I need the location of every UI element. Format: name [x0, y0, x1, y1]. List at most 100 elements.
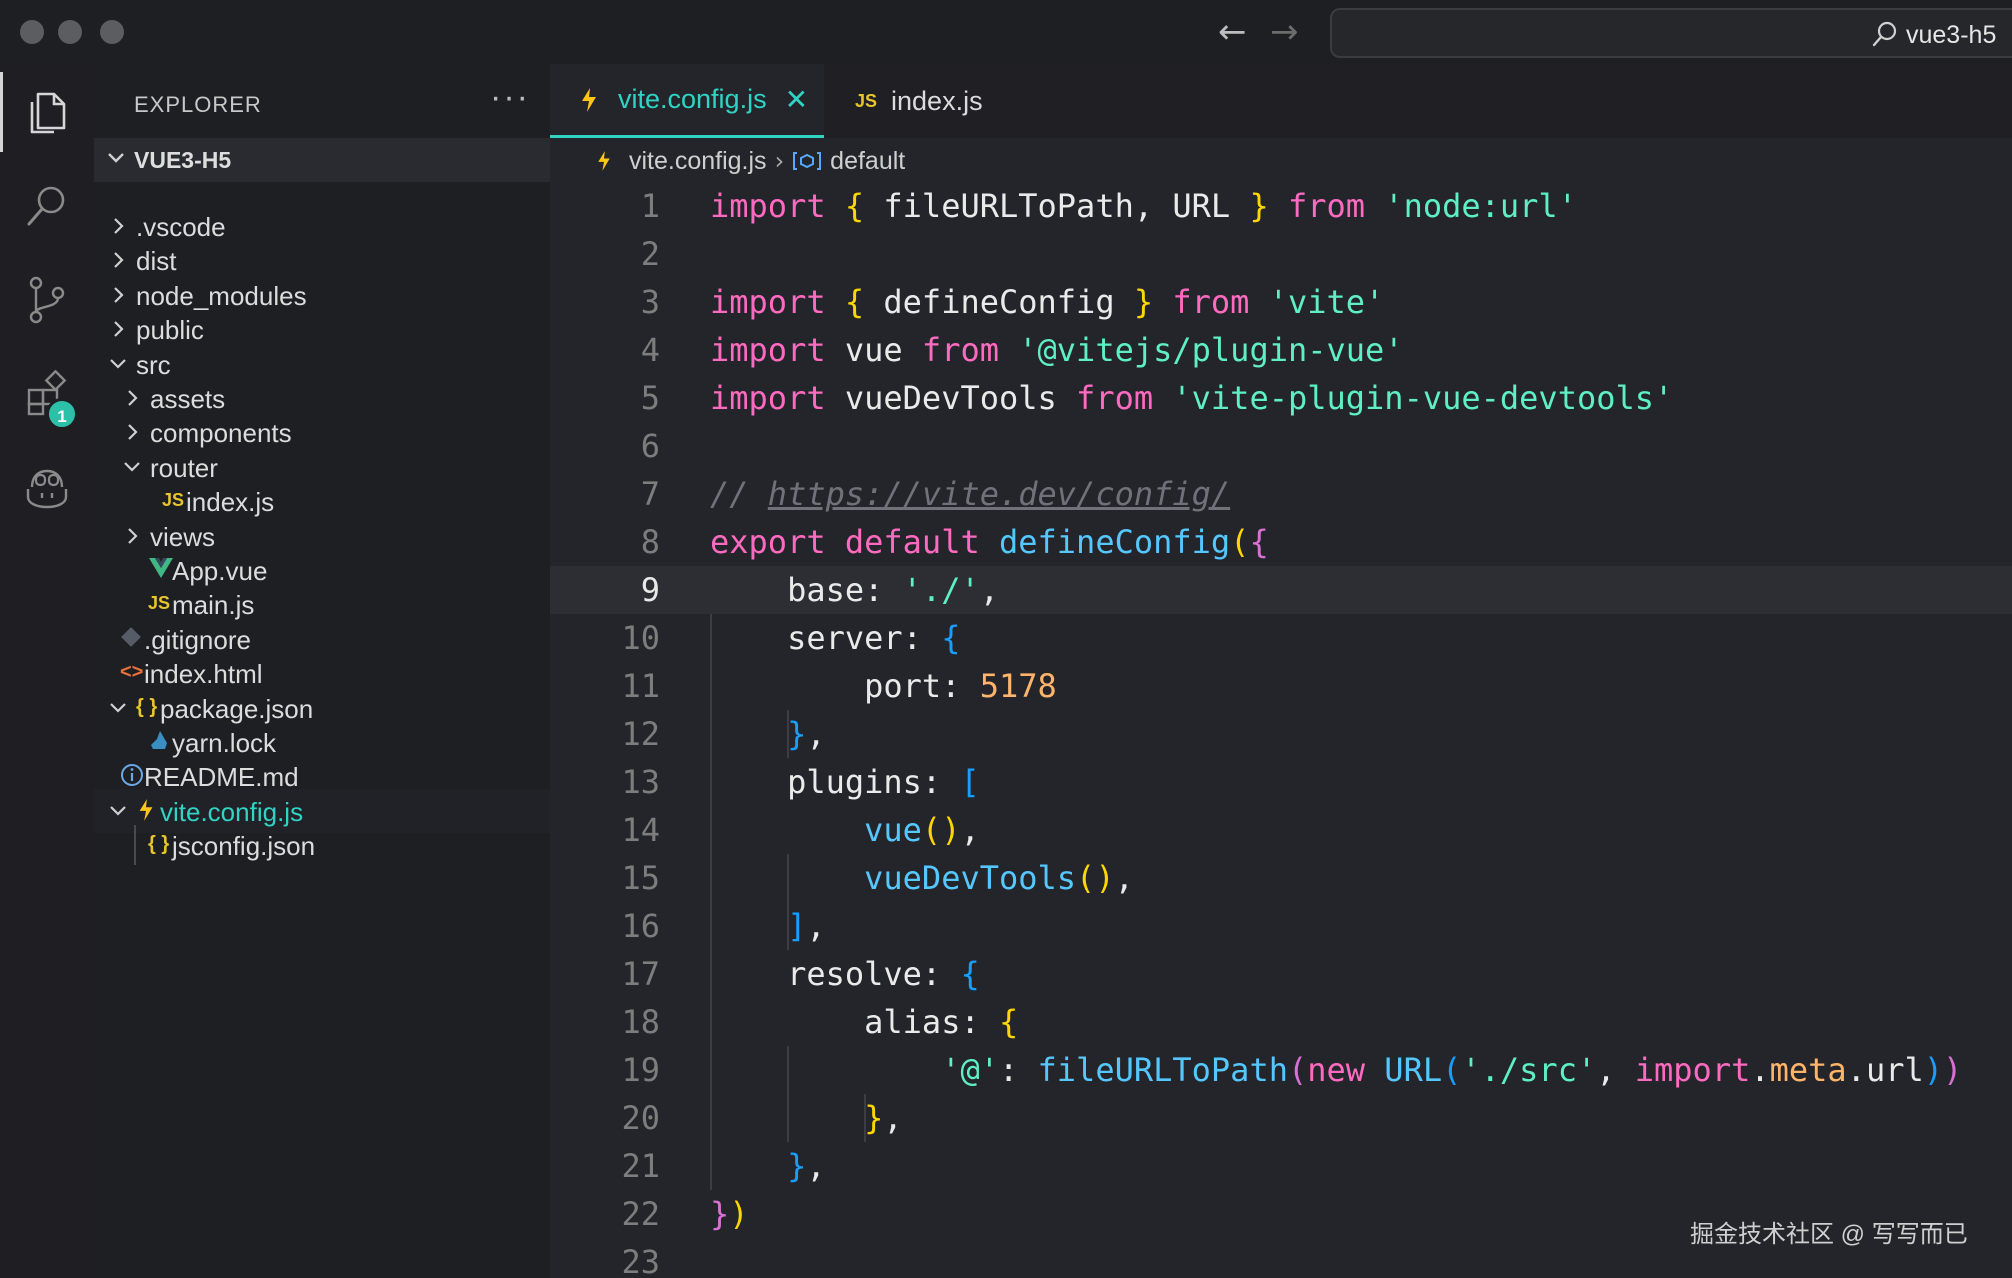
tree-file[interactable]: { } jsconfig.json — [94, 823, 550, 867]
editor-tab-bar: vite.config.js ✕ JS index.js — [550, 64, 2012, 138]
line-number: 11 — [621, 667, 660, 705]
code-text: base: './', — [710, 571, 999, 609]
line-number: 12 — [621, 715, 660, 753]
tree-item-label: jsconfig.json — [172, 831, 316, 862]
line-number: 23 — [621, 1243, 660, 1278]
search-icon — [1872, 21, 1897, 47]
chevron-right-icon — [128, 390, 138, 406]
tab-index-js[interactable]: JS index.js — [855, 64, 1055, 138]
line-number: 1 — [640, 187, 660, 225]
line-number: 14 — [621, 811, 660, 849]
code-line[interactable]: 9 base: './', — [550, 566, 2012, 614]
explorer-icon — [30, 92, 66, 134]
code-text: vueDevTools(), — [864, 859, 1134, 897]
line-number: 15 — [621, 859, 660, 897]
code-line[interactable]: 14 vue(), — [550, 806, 2012, 854]
code-text: import { fileURLToPath, URL } from 'node… — [710, 187, 1577, 225]
activity-bar: 1 — [0, 64, 94, 1278]
vite-icon — [598, 151, 610, 171]
code-line[interactable]: 16 ], — [550, 902, 2012, 950]
code-line[interactable]: 8 export default defineConfig({ — [550, 518, 2012, 566]
line-number: 17 — [621, 955, 660, 993]
maximize-window-button[interactable] — [100, 20, 124, 44]
back-button[interactable]: ← — [1218, 14, 1247, 50]
js-file-icon: JS — [162, 490, 185, 511]
close-window-button[interactable] — [20, 20, 44, 44]
activity-search[interactable] — [0, 160, 94, 252]
chevron-right-icon — [114, 252, 124, 269]
code-line[interactable]: 17 resolve: { — [550, 950, 2012, 998]
code-line[interactable]: 21 }, — [550, 1142, 2012, 1190]
minimize-window-button[interactable] — [58, 20, 82, 44]
code-line[interactable]: 3 import { defineConfig } from 'vite' — [550, 278, 2012, 326]
tree-indent-guide — [134, 825, 136, 866]
code-text: export default defineConfig({ — [710, 523, 1269, 561]
line-number: 22 — [621, 1195, 660, 1233]
watermark: 掘金技术社区 @ 写写而已 — [1690, 1221, 1968, 1248]
extensions-badge: 1 — [46, 398, 78, 430]
code-line[interactable]: 2 — [550, 230, 2012, 278]
code-text: }, — [787, 715, 826, 753]
symbol-variable-icon — [793, 152, 822, 170]
activity-source-control[interactable] — [0, 254, 94, 346]
project-folder-header[interactable]: VUE3-H5 — [94, 138, 550, 182]
line-number: 8 — [640, 523, 660, 561]
code-text: // https://vite.dev/config/ — [710, 475, 1231, 513]
code-line[interactable]: 20 }, — [550, 1094, 2012, 1142]
code-line[interactable]: 10 server: { — [550, 614, 2012, 662]
chevron-down-icon — [124, 462, 140, 472]
code-text: vue(), — [864, 811, 980, 849]
chevron-down-icon — [108, 153, 124, 163]
breadcrumb-file[interactable]: vite.config.js — [629, 147, 767, 176]
line-number: 10 — [621, 619, 660, 657]
code-text: }, — [864, 1099, 903, 1137]
breadcrumb-symbol[interactable]: default — [830, 147, 905, 176]
code-line[interactable]: 6 — [550, 422, 2012, 470]
vite-icon — [582, 87, 596, 112]
code-line[interactable]: 5 import vueDevTools from 'vite-plugin-vu… — [550, 374, 2012, 422]
activity-copilot[interactable] — [0, 442, 94, 534]
breadcrumb: vite.config.js › default — [595, 144, 905, 178]
code-text: }) — [710, 1195, 749, 1233]
activity-explorer[interactable] — [0, 66, 94, 158]
close-icon[interactable]: ✕ — [785, 83, 808, 116]
code-line[interactable]: 4 import vue from '@vitejs/plugin-vue' — [550, 326, 2012, 374]
tab-vite-config[interactable]: vite.config.js ✕ — [550, 64, 824, 138]
line-number: 13 — [621, 763, 660, 801]
explorer-sidebar: EXPLORER ··· VUE3-H5 .vscode dist node_mod… — [94, 64, 550, 1278]
command-center-search[interactable]: vue3-h5 — [1330, 8, 2012, 58]
explorer-title: EXPLORER — [134, 92, 262, 117]
json-file-icon: { } — [136, 695, 158, 718]
code-line[interactable]: 1 import { fileURLToPath, URL } from 'nod… — [550, 182, 2012, 230]
forward-button[interactable]: → — [1270, 14, 1299, 50]
code-text: port: 5178 — [710, 667, 1057, 705]
code-line[interactable]: 18 alias: { — [550, 998, 2012, 1046]
line-number: 6 — [640, 427, 660, 465]
code-text: import { defineConfig } from 'vite' — [710, 283, 1385, 321]
line-number: 16 — [621, 907, 660, 945]
line-number: 19 — [621, 1051, 660, 1089]
line-number: 5 — [640, 379, 660, 417]
code-text: ], — [787, 907, 826, 945]
code-line[interactable]: 15 vueDevTools(), — [550, 854, 2012, 902]
code-line[interactable]: 13 plugins: [ — [550, 758, 2012, 806]
line-number: 2 — [640, 235, 660, 273]
chevron-right-icon: › — [774, 147, 785, 175]
explorer-more-actions-button[interactable]: ··· — [490, 78, 530, 117]
code-line[interactable]: 11 port: 5178 — [550, 662, 2012, 710]
source-control-icon — [29, 276, 65, 324]
command-center-text: vue3-h5 — [1906, 21, 1997, 49]
activity-extensions[interactable]: 1 — [0, 348, 94, 440]
code-text: '@': fileURLToPath(new URL('./src', impo… — [941, 1051, 1963, 1089]
code-line[interactable]: 12 }, — [550, 710, 2012, 758]
copilot-icon — [26, 469, 68, 509]
json-file-icon: { } — [148, 833, 170, 856]
search-icon — [27, 186, 65, 226]
tab-label: vite.config.js — [618, 84, 767, 114]
code-text: import vueDevTools from 'vite-plugin-vue… — [710, 379, 1674, 417]
code-line[interactable]: 19 '@': fileURLToPath(new URL('./src', i… — [550, 1046, 2012, 1094]
code-text: }, — [787, 1147, 826, 1185]
chevron-right-icon — [128, 424, 138, 441]
code-line[interactable]: 7 // https://vite.dev/config/ — [550, 470, 2012, 518]
chevron-down-icon — [110, 358, 126, 369]
